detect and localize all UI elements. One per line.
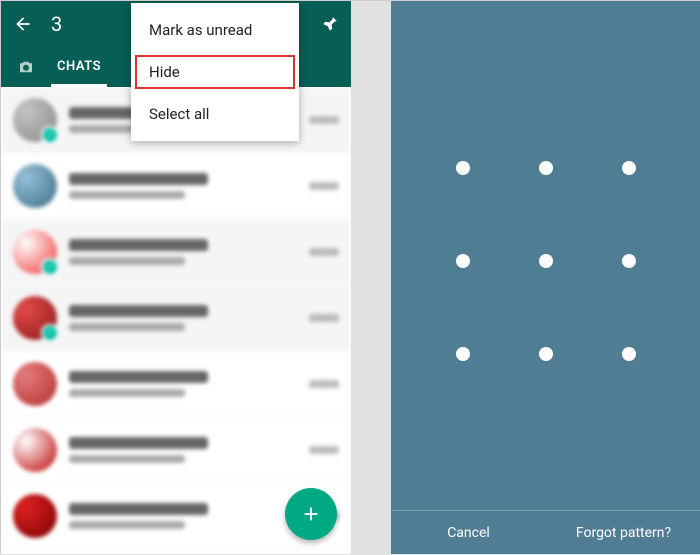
forgot-pattern-button[interactable]: Forgot pattern? [546,511,700,554]
tab-chats[interactable]: CHATS [51,47,107,87]
cancel-button[interactable]: Cancel [391,511,546,554]
avatar [13,428,57,472]
screenshot-separator [351,1,391,554]
selected-check-icon [41,324,59,342]
chat-row[interactable] [1,417,351,483]
pattern-dot[interactable] [539,347,553,361]
camera-icon[interactable] [1,58,51,76]
lock-footer: Cancel Forgot pattern? [391,510,700,554]
selected-check-icon [41,258,59,276]
pattern-dot[interactable] [622,347,636,361]
chat-row[interactable] [1,285,351,351]
context-menu: Mark as unread Hide Select all [131,3,299,141]
pattern-dot[interactable] [539,161,553,175]
pattern-dot[interactable] [456,347,470,361]
back-arrow-icon[interactable] [13,14,33,34]
selected-check-icon [41,126,59,144]
avatar [13,230,57,274]
selection-count: 3 [51,12,62,36]
menu-item-mark-unread[interactable]: Mark as unread [131,9,299,51]
avatar [13,164,57,208]
menu-item-hide[interactable]: Hide [131,51,299,93]
new-chat-fab[interactable] [285,488,337,540]
pattern-dot[interactable] [539,254,553,268]
avatar [13,98,57,142]
avatar [13,494,57,538]
avatar [13,362,57,406]
pattern-grid[interactable] [391,121,700,401]
pattern-dot[interactable] [456,161,470,175]
pattern-lock-screen: Cancel Forgot pattern? [391,1,700,554]
pin-icon[interactable] [321,15,339,33]
avatar [13,296,57,340]
chat-row[interactable] [1,153,351,219]
chat-row[interactable] [1,351,351,417]
menu-item-select-all[interactable]: Select all [131,93,299,135]
chat-list [1,87,351,554]
pattern-dot[interactable] [456,254,470,268]
chat-row[interactable] [1,219,351,285]
pattern-dot[interactable] [622,161,636,175]
chat-app-screen: 3 CHATS [1,1,351,554]
pattern-dot[interactable] [622,254,636,268]
